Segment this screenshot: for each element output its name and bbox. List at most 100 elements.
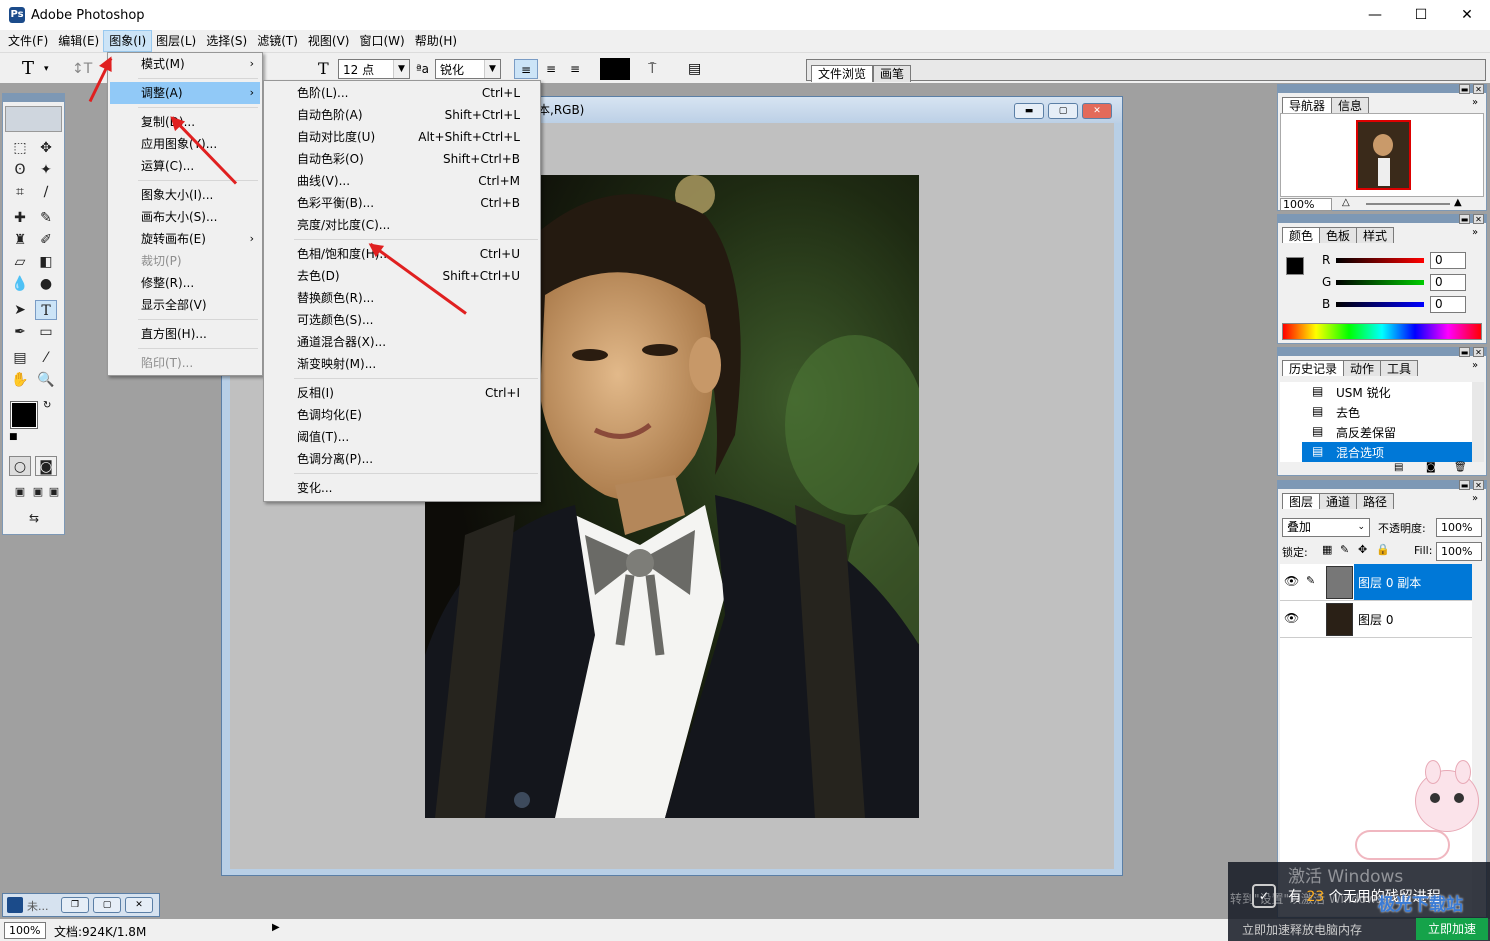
- layer-row[interactable]: 👁 图层 0: [1280, 601, 1472, 638]
- panel-minimize-icon[interactable]: ▬: [1459, 214, 1470, 224]
- type-tool-icon[interactable]: T: [35, 300, 57, 320]
- menu-item-apply-image[interactable]: 应用图象(Y)...: [110, 133, 260, 155]
- tab-history[interactable]: 历史记录: [1282, 360, 1345, 376]
- marquee-tool-icon[interactable]: ⬚: [9, 138, 31, 158]
- preset-dropdown-icon[interactable]: ▾: [44, 59, 49, 79]
- menu-item-gradient-map[interactable]: 渐变映射(M)...: [266, 353, 538, 375]
- menu-item-calculations[interactable]: 运算(C)...: [110, 155, 260, 177]
- tab-color[interactable]: 颜色: [1282, 227, 1321, 243]
- menu-layer[interactable]: 图层(L): [151, 31, 201, 51]
- menu-item-threshold[interactable]: 阈值(T)...: [266, 426, 538, 448]
- menu-item-adjust[interactable]: 调整(A) ›: [110, 82, 260, 104]
- menu-help[interactable]: 帮助(H): [410, 31, 462, 51]
- menu-select[interactable]: 选择(S): [201, 31, 252, 51]
- menu-item-histogram[interactable]: 直方图(H)...: [110, 323, 260, 345]
- eraser-tool-icon[interactable]: ▱: [9, 252, 31, 272]
- orientation-toggle-icon[interactable]: ↕T: [72, 59, 92, 79]
- menu-item-posterize[interactable]: 色调分离(P)...: [266, 448, 538, 470]
- tab-actions[interactable]: 动作: [1343, 360, 1382, 376]
- menu-item-reveal-all[interactable]: 显示全部(V): [110, 294, 260, 316]
- panel-menu-icon[interactable]: »: [1472, 360, 1478, 371]
- text-color-swatch[interactable]: [600, 58, 630, 80]
- accelerate-button[interactable]: 立即加速: [1416, 918, 1488, 940]
- channel-g-input[interactable]: 0: [1430, 274, 1466, 291]
- panel-menu-icon[interactable]: »: [1472, 227, 1478, 238]
- maximize-doc-button[interactable]: ▢: [93, 897, 121, 913]
- pen-tool-icon[interactable]: ✒: [9, 322, 31, 342]
- menu-item-auto-levels[interactable]: 自动色阶(A) Shift+Ctrl+L: [266, 104, 538, 126]
- layer-name-selected[interactable]: 图层 0 副本: [1354, 564, 1472, 600]
- doc-minimize-button[interactable]: ▬: [1014, 103, 1044, 119]
- menu-item-hue-saturation[interactable]: 色相/饱和度(H)... Ctrl+U: [266, 243, 538, 265]
- lock-transparency-icon[interactable]: ▦: [1322, 543, 1332, 556]
- layer-row[interactable]: 👁 ✎ 图层 0 副本: [1280, 564, 1472, 601]
- font-size-select[interactable]: 12 点 ▼: [338, 59, 410, 79]
- visibility-eye-icon[interactable]: 👁: [1284, 574, 1299, 588]
- tab-tools[interactable]: 工具: [1380, 360, 1419, 376]
- panel-menu-icon[interactable]: »: [1472, 493, 1478, 504]
- move-tool-icon[interactable]: ✥: [35, 138, 57, 158]
- standard-mode-icon[interactable]: ○: [9, 456, 31, 476]
- channel-b-input[interactable]: 0: [1430, 296, 1466, 313]
- lock-position-icon[interactable]: ✥: [1358, 543, 1367, 556]
- menu-item-selective-color[interactable]: 可选颜色(S)...: [266, 309, 538, 331]
- navigator-thumbnail[interactable]: [1356, 120, 1411, 190]
- doc-close-button[interactable]: ✕: [1082, 103, 1112, 119]
- menu-item-auto-contrast[interactable]: 自动对比度(U) Alt+Shift+Ctrl+L: [266, 126, 538, 148]
- menu-image[interactable]: 图象(I): [103, 30, 153, 52]
- zoom-out-icon[interactable]: △: [1342, 197, 1350, 208]
- channel-r-slider[interactable]: [1336, 258, 1424, 263]
- warp-text-icon[interactable]: ⍑: [648, 59, 656, 79]
- status-menu-arrow-icon[interactable]: ▶: [272, 922, 280, 933]
- navigator-preview[interactable]: [1280, 113, 1484, 197]
- tab-navigator[interactable]: 导航器: [1282, 97, 1333, 113]
- trash-icon[interactable]: 🗑: [1454, 462, 1467, 473]
- tab-paths[interactable]: 路径: [1356, 493, 1395, 509]
- tab-channels[interactable]: 通道: [1319, 493, 1358, 509]
- antialias-select[interactable]: 锐化 ▼: [435, 59, 501, 79]
- align-right-icon[interactable]: ≡: [564, 59, 586, 79]
- panel-close-icon[interactable]: ✕: [1473, 214, 1484, 224]
- color-ramp[interactable]: [1282, 323, 1482, 340]
- history-item-current[interactable]: ▤ 混合选项: [1302, 442, 1472, 462]
- fill-input[interactable]: 100%: [1436, 542, 1482, 561]
- menu-item-image-size[interactable]: 图象大小(I)...: [110, 184, 260, 206]
- close-button[interactable]: ✕: [1444, 0, 1490, 30]
- lasso-tool-icon[interactable]: ʘ: [9, 160, 31, 180]
- history-brush-tool-icon[interactable]: ✐: [35, 230, 57, 250]
- opacity-input[interactable]: 100%: [1436, 518, 1482, 537]
- menu-edit[interactable]: 编辑(E): [53, 31, 104, 51]
- menu-item-replace-color[interactable]: 替换颜色(R)...: [266, 287, 538, 309]
- history-item[interactable]: ▤ USM 锐化: [1280, 382, 1472, 402]
- menu-item-brightness-contrast[interactable]: 亮度/对比度(C)...: [266, 214, 538, 236]
- panel-close-icon[interactable]: ✕: [1473, 84, 1484, 94]
- brush-link-icon[interactable]: ✎: [1306, 574, 1315, 587]
- menu-filter[interactable]: 滤镜(T): [252, 31, 303, 51]
- tab-info[interactable]: 信息: [1331, 97, 1370, 113]
- history-item[interactable]: ▤ 高反差保留: [1280, 422, 1472, 442]
- mascot-sticker[interactable]: [1355, 760, 1490, 860]
- text-tool-preset-icon[interactable]: T: [22, 59, 34, 79]
- panel-close-icon[interactable]: ✕: [1473, 347, 1484, 357]
- menu-item-canvas-size[interactable]: 画布大小(S)...: [110, 206, 260, 228]
- channel-b-slider[interactable]: [1336, 302, 1424, 307]
- crop-tool-icon[interactable]: ⌗: [9, 182, 31, 202]
- gradient-tool-icon[interactable]: ◧: [35, 252, 57, 272]
- tab-file-browser[interactable]: 文件浏览: [811, 65, 874, 82]
- adobe-online-logo[interactable]: [5, 106, 62, 132]
- swap-colors-icon[interactable]: ↻: [43, 400, 51, 411]
- align-left-icon[interactable]: ≡: [514, 59, 538, 79]
- minimized-document[interactable]: 未... ❐ ▢ ✕: [2, 893, 160, 917]
- minimize-button[interactable]: —: [1352, 0, 1398, 30]
- menu-item-color-balance[interactable]: 色彩平衡(B)... Ctrl+B: [266, 192, 538, 214]
- menu-view[interactable]: 视图(V): [303, 31, 355, 51]
- zoom-slider[interactable]: [1366, 203, 1450, 205]
- menu-item-levels[interactable]: 色阶(L)... Ctrl+L: [266, 82, 538, 104]
- menu-item-channel-mixer[interactable]: 通道混合器(X)...: [266, 331, 538, 353]
- jump-to-imageready-icon[interactable]: ⇆: [11, 508, 57, 528]
- snapshot-icon[interactable]: ◙: [1426, 462, 1436, 473]
- clone-stamp-tool-icon[interactable]: ♜: [9, 230, 31, 250]
- lock-all-icon[interactable]: 🔒: [1376, 543, 1390, 556]
- panel-close-icon[interactable]: ✕: [1473, 480, 1484, 490]
- healing-brush-tool-icon[interactable]: ✚: [9, 208, 31, 228]
